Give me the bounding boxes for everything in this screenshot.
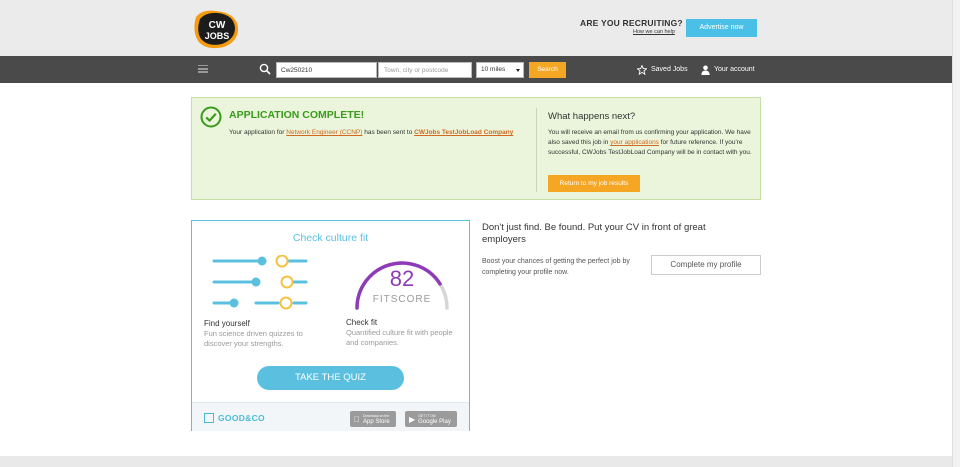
play-icon: ▶ [409, 414, 416, 424]
keyword-input[interactable] [276, 62, 377, 78]
sliders-illustration [212, 255, 308, 310]
take-the-quiz-button[interactable]: TAKE THE QUIZ [257, 366, 404, 390]
fitscore-label: FITSCORE [373, 294, 432, 305]
cwjobs-logo[interactable]: CW JOBS [192, 9, 240, 49]
vertical-scrollbar[interactable] [952, 0, 960, 467]
confirmation-prefix: Your application for [229, 129, 287, 136]
application-complete-title: APPLICATION COMPLETE! [229, 109, 365, 121]
confirmation-middle: has been sent to [362, 129, 415, 136]
what-happens-next-text: You will receive an email from us confir… [548, 128, 758, 158]
job-title-link[interactable]: Network Engineer (CCNP) [286, 129, 362, 136]
search-navbar: 10 miles Search Saved Jobs Your account [0, 56, 952, 83]
saved-jobs-label: Saved Jobs [651, 66, 688, 73]
complete-profile-button[interactable]: Complete my profile [651, 255, 761, 275]
check-fit-text: Quantified culture fit with people and c… [346, 328, 453, 347]
your-account-label: Your account [714, 66, 755, 73]
saved-jobs-link[interactable]: Saved Jobs [637, 64, 688, 75]
menu-icon[interactable] [198, 65, 208, 73]
culture-fit-title: Check culture fit [292, 232, 369, 244]
return-to-results-button[interactable]: Return to my job results [548, 175, 640, 192]
application-confirmation-text: Your application for Network Engineer (C… [229, 128, 529, 138]
goodco-label: GOOD&CO [218, 413, 265, 423]
profile-promo-title: Don't just find. Be found. Put your CV i… [482, 222, 706, 245]
search-button[interactable]: Search [529, 62, 566, 78]
svg-text:CW: CW [209, 20, 226, 31]
radius-value: 10 miles [481, 66, 506, 73]
app-store-badge[interactable]:  Download on the App Store [350, 411, 396, 427]
fitscore-value: 82 [390, 266, 414, 291]
recruiting-label: ARE YOU RECRUITING? [580, 18, 683, 28]
search-icon [259, 63, 271, 75]
find-yourself-text: Fun science driven quizzes to discover y… [204, 329, 303, 348]
google-play-text: Google Play [418, 419, 451, 425]
company-link[interactable]: CWJobs TestJobLoad Company [414, 129, 513, 136]
page-footer-strip [0, 456, 952, 467]
advertise-now-button[interactable]: Advertise now [686, 19, 757, 37]
goodco-logo[interactable]: GOOD&CO [204, 413, 265, 423]
your-account-link[interactable]: Your account [701, 64, 755, 75]
svg-text:JOBS: JOBS [205, 31, 230, 41]
site-header: CW JOBS ARE YOU RECRUITING? How we can h… [0, 0, 952, 56]
check-fit-title: Check fit [346, 318, 378, 327]
star-icon [637, 64, 647, 75]
how-we-help-link[interactable]: How we can help [633, 29, 675, 35]
google-play-badge[interactable]: ▶ GET IT ON Google Play [405, 411, 457, 427]
find-yourself-title: Find yourself [204, 319, 250, 328]
apple-icon:  [354, 415, 360, 424]
culture-card-footer: GOOD&CO  Download on the App Store ▶ GE… [192, 402, 469, 431]
goodco-icon [204, 413, 214, 423]
fitscore-gauge: 82 FITSCORE [355, 261, 449, 310]
check-circle-icon [200, 106, 222, 128]
panel-divider [536, 108, 537, 192]
location-input[interactable] [378, 62, 472, 78]
app-store-text: App Store [357, 419, 390, 425]
culture-fit-card: Check culture fit 82 FITSCORE Find yours… [191, 220, 470, 431]
your-applications-link[interactable]: your applications [610, 139, 659, 146]
radius-select[interactable]: 10 miles [476, 62, 524, 78]
profile-promo-text: Boost your chances of getting the perfec… [482, 258, 630, 276]
user-icon [701, 65, 710, 75]
application-complete-panel: APPLICATION COMPLETE! Your application f… [191, 97, 761, 200]
what-happens-next-title: What happens next? [548, 111, 636, 122]
chevron-down-icon [516, 69, 520, 72]
